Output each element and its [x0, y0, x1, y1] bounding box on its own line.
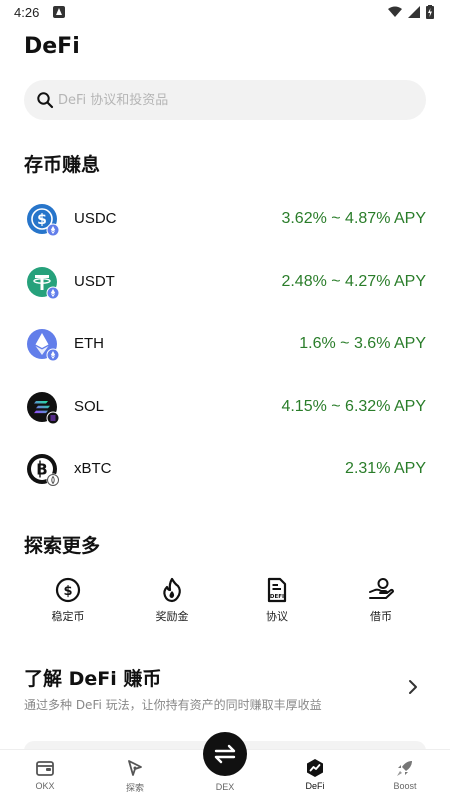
- tab-label: OKX: [35, 781, 55, 791]
- borrow-hand-icon: [369, 578, 394, 599]
- asset-row-sol[interactable]: SOL 4.15% ~ 6.32% APY: [24, 383, 426, 433]
- tab-okx[interactable]: OKX: [10, 758, 80, 791]
- learn-section-title[interactable]: 了解 DeFi 赚币: [24, 664, 161, 691]
- battery-icon: [426, 5, 434, 19]
- asset-name: xBTC: [74, 460, 112, 477]
- explore-item-rewards[interactable]: 奖励金: [127, 577, 217, 624]
- learn-section-subtitle: 通过多种 DeFi 玩法，让你持有资产的同时赚取丰厚收益: [24, 698, 322, 712]
- svg-text:$: $: [37, 212, 47, 228]
- explore-item-stablecoin[interactable]: $ 稳定币: [23, 577, 113, 624]
- tab-dex[interactable]: [203, 732, 247, 776]
- asset-apy: 3.62% ~ 4.87% APY: [281, 210, 426, 227]
- notification-app-icon: [53, 6, 65, 18]
- asset-name: SOL: [74, 398, 105, 415]
- explore-item-label: 奖励金: [155, 610, 189, 623]
- tab-label: Boost: [393, 781, 417, 791]
- tab-dex-label: DEX: [215, 782, 235, 792]
- explore-item-label: 稳定币: [51, 610, 85, 623]
- defi-document-icon: DEFI: [267, 577, 287, 603]
- asset-row-usdc[interactable]: $ USDC 3.62% ~ 4.87% APY: [24, 195, 426, 245]
- explore-item-protocol[interactable]: DEFI 协议: [232, 577, 322, 624]
- tab-boost[interactable]: Boost: [370, 758, 440, 791]
- svg-text:B: B: [36, 461, 47, 479]
- search-input[interactable]: [58, 80, 408, 120]
- asset-apy: 4.15% ~ 6.32% APY: [281, 398, 426, 415]
- asset-row-usdt[interactable]: USDT 2.48% ~ 4.27% APY: [24, 258, 426, 308]
- eth-coin-icon: [27, 329, 60, 362]
- explore-shortcuts: $ 稳定币 奖励金 DEFI 协议 借币: [0, 577, 450, 627]
- tab-label: 探索: [125, 783, 144, 793]
- usdc-coin-icon: $: [27, 204, 60, 237]
- xbtc-coin-icon: B: [27, 454, 60, 487]
- usdt-coin-icon: [27, 267, 60, 300]
- search-bar[interactable]: [24, 80, 426, 120]
- explore-item-label: 协议: [266, 610, 288, 623]
- flame-icon: [163, 577, 181, 603]
- earn-section-title: 存币赚息: [24, 154, 101, 176]
- asset-row-xbtc[interactable]: B xBTC 2.31% APY: [24, 445, 426, 495]
- asset-row-eth[interactable]: ETH 1.6% ~ 3.6% APY: [24, 320, 426, 370]
- status-time: 4:26: [14, 5, 40, 20]
- svg-text:$: $: [63, 584, 72, 599]
- tab-label: DeFi: [305, 781, 325, 791]
- tab-explore[interactable]: 探索: [100, 758, 170, 794]
- tab-defi[interactable]: DeFi: [280, 758, 350, 791]
- explore-item-borrow[interactable]: 借币: [336, 577, 426, 624]
- asset-name: USDT: [74, 273, 115, 290]
- wifi-icon: [388, 6, 402, 17]
- asset-apy: 2.48% ~ 4.27% APY: [281, 273, 426, 290]
- swap-icon: [214, 744, 236, 764]
- status-bar: 4:26: [0, 0, 450, 26]
- svg-text:DEFI: DEFI: [270, 594, 284, 600]
- dollar-coin-icon: $: [55, 577, 81, 603]
- asset-name: USDC: [74, 210, 117, 227]
- signal-icon: [408, 6, 420, 18]
- compass-icon: [128, 760, 142, 776]
- rocket-icon: [397, 761, 412, 776]
- page-title: DeFi: [24, 34, 80, 59]
- chevron-right-icon[interactable]: [404, 678, 422, 696]
- asset-apy: 1.6% ~ 3.6% APY: [299, 335, 426, 352]
- wallet-icon: [36, 761, 54, 776]
- defi-icon: [307, 759, 323, 777]
- asset-apy: 2.31% APY: [345, 460, 426, 477]
- search-icon: [37, 92, 54, 109]
- status-indicators: [388, 5, 434, 19]
- asset-name: ETH: [74, 335, 104, 352]
- explore-item-label: 借币: [370, 610, 392, 623]
- explore-section-title: 探索更多: [24, 535, 101, 557]
- sol-coin-icon: [27, 392, 60, 425]
